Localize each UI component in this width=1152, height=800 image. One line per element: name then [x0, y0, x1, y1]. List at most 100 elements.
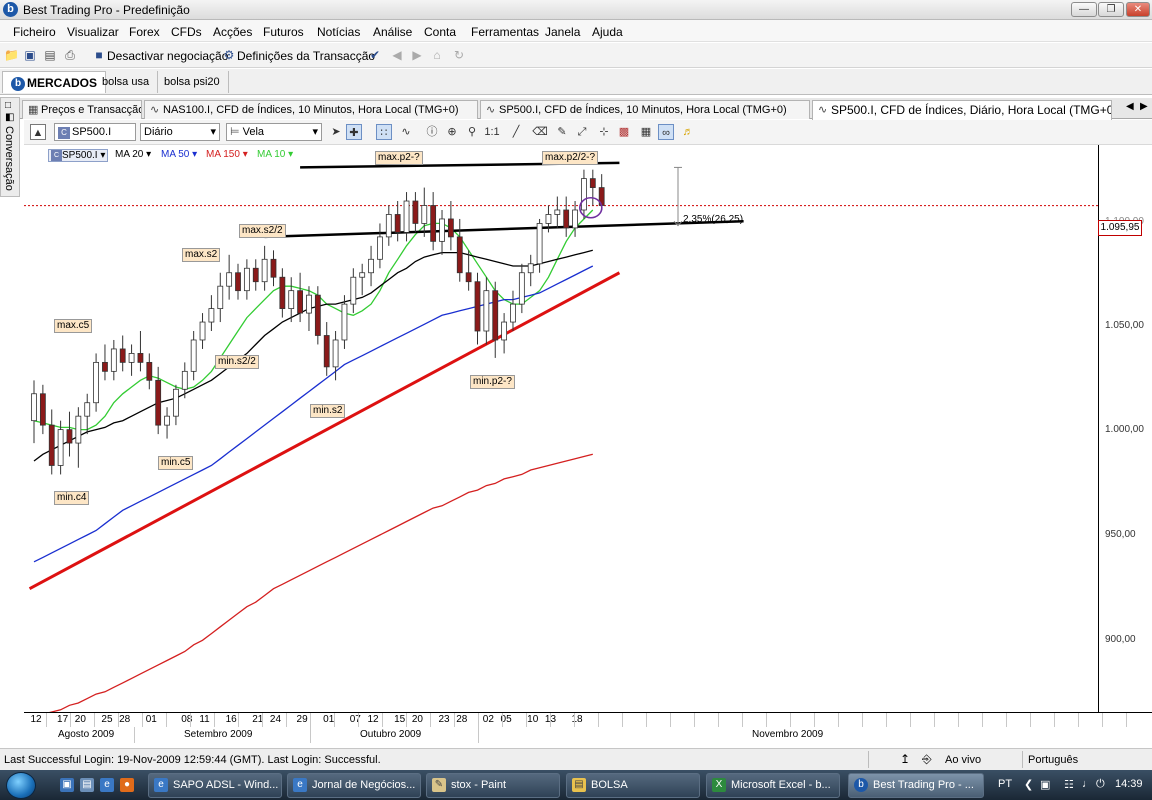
- clock[interactable]: 14:39: [1115, 778, 1143, 790]
- annotation-min-c4[interactable]: min.c4: [54, 491, 90, 505]
- print-icon[interactable]: ⎙: [63, 48, 77, 62]
- annotation-max-p2-2[interactable]: max.p2/2-?: [542, 151, 599, 165]
- connection-icon[interactable]: ↥: [900, 752, 910, 766]
- table-icon[interactable]: ▦: [638, 124, 654, 140]
- candle-up: [84, 402, 91, 417]
- annotation-max-c5[interactable]: max.c5: [54, 319, 93, 333]
- open-folder-icon[interactable]: 📁: [4, 48, 19, 62]
- multi-chart-icon[interactable]: ⊹: [596, 124, 612, 140]
- menu-janela[interactable]: Janela: [545, 25, 580, 39]
- deactivate-icon[interactable]: ■: [92, 48, 106, 62]
- deactivate-trading-button[interactable]: Desactivar negociação: [107, 49, 228, 63]
- menu-forex[interactable]: Forex: [129, 25, 160, 39]
- tray-power-icon[interactable]: ⏻: [1096, 778, 1105, 791]
- pointer-icon[interactable]: ➤: [328, 124, 344, 140]
- annotation-max-p2[interactable]: max.p2-?: [375, 151, 423, 165]
- price-chart[interactable]: [24, 145, 1098, 712]
- forward-icon[interactable]: ▶: [410, 48, 424, 62]
- tab-nas100-10min[interactable]: ∿ NAS100.I, CFD de Índices, 10 Minutos, H…: [144, 100, 478, 119]
- annotation-min-s2-2[interactable]: min.s2/2: [215, 355, 259, 369]
- save-icon[interactable]: ▣: [23, 48, 37, 62]
- crosshair-icon[interactable]: ✚: [346, 124, 362, 140]
- taskbar-item-paint[interactable]: ✎ stox - Paint: [426, 773, 560, 798]
- collapse-up-icon[interactable]: ▲: [30, 124, 46, 140]
- side-panel[interactable]: □ ◧ Conversação: [0, 97, 20, 197]
- zoom-icon[interactable]: ⚲: [464, 124, 480, 140]
- checkmark-icon[interactable]: ✔: [368, 48, 382, 62]
- minimize-button[interactable]: —: [1071, 2, 1097, 17]
- quicklaunch-window-icon[interactable]: ▤: [80, 778, 94, 792]
- menu-accoes[interactable]: Acções: [213, 25, 252, 39]
- firefox-quicklaunch-icon[interactable]: ●: [120, 778, 134, 792]
- tray-expand-icon[interactable]: ❮: [1024, 778, 1033, 791]
- annotation-max-s2[interactable]: max.s2: [182, 248, 221, 262]
- panel-pin-icon[interactable]: □: [5, 100, 11, 111]
- tray-volume-icon[interactable]: ♩: [1082, 778, 1093, 790]
- indicator-icon[interactable]: ∿: [398, 124, 414, 140]
- ie-quicklaunch-icon[interactable]: e: [100, 778, 114, 792]
- tab-bolsa-psi20[interactable]: bolsa psi20: [156, 71, 229, 93]
- taskbar-item-excel[interactable]: X Microsoft Excel - b...: [706, 773, 840, 798]
- menu-ajuda[interactable]: Ajuda: [592, 25, 623, 39]
- refresh-icon[interactable]: ↻: [452, 48, 466, 62]
- tabs-scroll-right-icon[interactable]: ▶: [1140, 101, 1148, 112]
- symbol-field[interactable]: C SP500.I: [54, 123, 136, 141]
- resize-icon[interactable]: ⤢: [574, 124, 590, 140]
- tab-sp500-daily[interactable]: ∿ SP500.I, CFD de Índices, Diário, Hora L…: [812, 100, 1112, 120]
- tab-sp500-10min[interactable]: ∿ SP500.I, CFD de Índices, 10 Minutos, Ho…: [480, 100, 810, 119]
- tab-precos[interactable]: ▦ Preços e Transacção: [22, 100, 142, 119]
- annotation-min-c5[interactable]: min.c5: [158, 456, 194, 470]
- taskbar-item-jornal[interactable]: e Jornal de Negócios...: [287, 773, 421, 798]
- settings-icon[interactable]: ⚙: [222, 48, 236, 62]
- show-desktop-icon[interactable]: ▣: [60, 778, 74, 792]
- menu-analise[interactable]: Análise: [373, 25, 412, 39]
- tray-network-icon[interactable]: ☷: [1064, 778, 1074, 791]
- menu-cfds[interactable]: CFDs: [171, 25, 202, 39]
- alert-bell-icon[interactable]: ♬: [680, 124, 696, 140]
- x-tick-label: 20: [411, 714, 423, 725]
- close-button[interactable]: ✕: [1126, 2, 1150, 17]
- zoom-area-icon[interactable]: ⊕: [444, 124, 460, 140]
- annotation-min-s2[interactable]: min.s2: [310, 404, 346, 418]
- line-tool-icon[interactable]: ╱: [508, 124, 524, 140]
- back-icon[interactable]: ◀: [390, 48, 404, 62]
- interval-select[interactable]: Diário ▾: [140, 123, 220, 141]
- menu-ficheiro[interactable]: Ficheiro: [13, 25, 56, 39]
- tray-monitor-icon[interactable]: ▣: [1040, 778, 1050, 791]
- annotation-max-s2-2[interactable]: max.s2/2: [239, 224, 286, 238]
- tabs-scroll-left-icon[interactable]: ◀: [1126, 101, 1134, 112]
- link-icon[interactable]: ∞: [658, 124, 674, 140]
- panel-option-icon[interactable]: ◧: [5, 112, 14, 123]
- menu-futuros[interactable]: Futuros: [263, 25, 304, 39]
- home-icon[interactable]: ⌂: [430, 48, 444, 62]
- menu-conta[interactable]: Conta: [424, 25, 456, 39]
- tab-mercados[interactable]: b MERCADOS: [2, 71, 107, 93]
- info-icon[interactable]: ⓘ: [424, 124, 440, 140]
- grid-toggle-icon[interactable]: ∷: [376, 124, 392, 140]
- chart-type-icon[interactable]: ▩: [616, 124, 632, 140]
- annotation-min-p2[interactable]: min.p2-?: [470, 375, 515, 389]
- start-button[interactable]: [6, 772, 36, 799]
- legend-ma150[interactable]: MA 150 ▾: [206, 149, 248, 160]
- taskbar-item-besttrading[interactable]: b Best Trading Pro - ...: [848, 773, 984, 798]
- eraser-icon[interactable]: ⌫: [532, 124, 548, 140]
- maximize-button[interactable]: ❐: [1098, 2, 1124, 17]
- taskbar-item-bolsa[interactable]: ▤ BOLSA: [566, 773, 700, 798]
- legend-ma20[interactable]: MA 20 ▾: [115, 149, 151, 160]
- keyboard-language[interactable]: PT: [998, 778, 1012, 790]
- menu-ferramentas[interactable]: Ferramentas: [471, 25, 539, 39]
- print-preview-icon[interactable]: ▤: [43, 48, 57, 62]
- legend-ma10[interactable]: MA 10 ▾: [257, 149, 293, 160]
- tab-bolsa-usa[interactable]: bolsa usa: [94, 71, 159, 93]
- taskbar-item-sapo[interactable]: e SAPO ADSL - Wind...: [148, 773, 282, 798]
- menu-visualizar[interactable]: Visualizar: [67, 25, 119, 39]
- legend-symbol[interactable]: C SP500.I ▾: [48, 149, 109, 163]
- menu-noticias[interactable]: Notícias: [317, 25, 360, 39]
- legend-ma50[interactable]: MA 50 ▾: [161, 149, 197, 160]
- zoom-reset-icon[interactable]: 1:1: [484, 124, 500, 140]
- transaction-settings-button[interactable]: Definições da Transacção: [237, 49, 375, 63]
- draw-tool-icon[interactable]: ✎: [554, 124, 570, 140]
- taskbar-item-label: BOLSA: [591, 779, 628, 791]
- style-select[interactable]: ⊨ Vela ▾: [226, 123, 322, 141]
- chart-canvas[interactable]: [24, 145, 1098, 712]
